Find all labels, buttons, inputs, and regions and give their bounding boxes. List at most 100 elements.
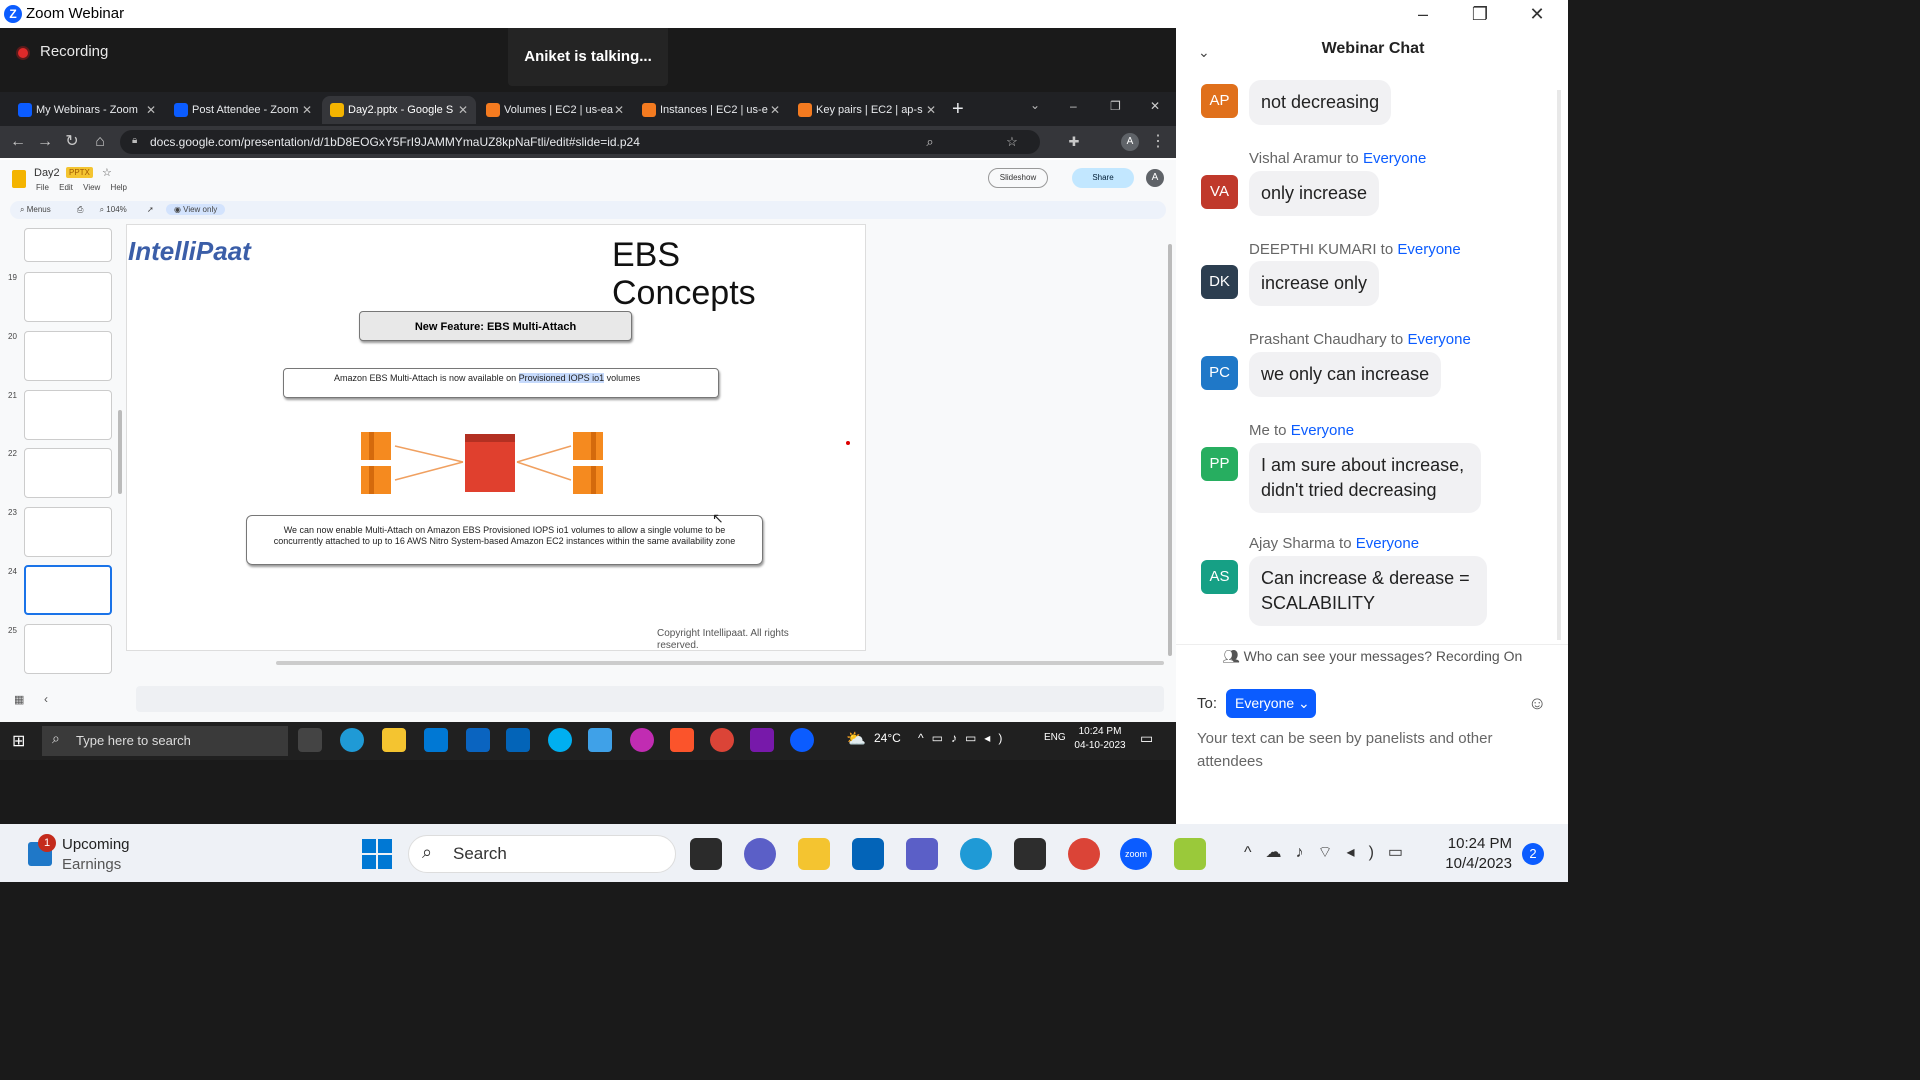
notepad-icon[interactable]: [588, 728, 612, 752]
star-icon[interactable]: ☆: [102, 166, 112, 179]
vertical-scrollbar[interactable]: [1168, 244, 1172, 656]
teams-chat-icon[interactable]: [744, 838, 776, 870]
extensions-icon[interactable]: ✚: [1062, 130, 1086, 154]
zoom-level[interactable]: 104%: [106, 205, 126, 214]
browser-menu-icon[interactable]: ⋮: [1146, 130, 1170, 154]
browser-minimize-icon[interactable]: –: [1070, 99, 1077, 113]
windows-start-icon[interactable]: [362, 839, 392, 869]
slide-thumbnail-selected[interactable]: [24, 565, 112, 615]
close-button[interactable]: ✕: [1514, 2, 1560, 26]
browser-tab[interactable]: Instances | EC2 | us-e: [634, 96, 784, 124]
new-tab-button[interactable]: +: [952, 96, 964, 122]
horizontal-scrollbar[interactable]: [276, 661, 1164, 665]
tab-close-icon[interactable]: ✕: [924, 96, 938, 124]
chat-visibility-info[interactable]: 👥︎ Who can see your messages? Recording …: [1222, 648, 1522, 665]
collapse-filmstrip-icon[interactable]: ‹: [44, 692, 48, 706]
document-menu[interactable]: File Edit View Help: [36, 183, 127, 192]
lock-icon[interactable]: 🔒︎: [132, 135, 137, 146]
share-button[interactable]: Share: [1072, 168, 1134, 188]
tab-search-chevron-icon[interactable]: ⌄: [1030, 98, 1040, 112]
browser-tab[interactable]: Volumes | EC2 | us-ea: [478, 96, 628, 124]
recording-label[interactable]: Recording: [40, 43, 108, 60]
taskbar-search[interactable]: Search: [408, 835, 676, 873]
chrome-icon[interactable]: [1068, 838, 1100, 870]
print-icon[interactable]: ⎙: [77, 205, 83, 214]
browser-tab[interactable]: Post Attendee - Zoom: [166, 96, 316, 124]
select-cursor-icon[interactable]: ➚: [147, 205, 154, 214]
chat-scrollbar[interactable]: [1557, 90, 1561, 640]
app-icon[interactable]: [1174, 838, 1206, 870]
edge-icon[interactable]: [340, 728, 364, 752]
minimize-button[interactable]: –: [1400, 2, 1446, 26]
chat-input[interactable]: Your text can be seen by panelists and o…: [1197, 727, 1527, 773]
weather-temp[interactable]: 24°C: [874, 731, 901, 745]
tab-close-icon[interactable]: ✕: [612, 96, 626, 124]
system-tray-icons[interactable]: ^☁♪⌔◂)▭: [1244, 842, 1417, 862]
restore-button[interactable]: ❐: [1457, 2, 1503, 26]
weather-icon[interactable]: ⛅: [846, 729, 866, 749]
language-indicator[interactable]: ENG: [1044, 732, 1066, 743]
brave-icon[interactable]: [670, 728, 694, 752]
file-explorer-icon[interactable]: [798, 838, 830, 870]
zoom-icon[interactable]: ⌕: [918, 130, 942, 154]
slides-logo-icon[interactable]: [12, 170, 26, 188]
tab-close-icon[interactable]: ✕: [300, 96, 314, 124]
slide-thumbnail[interactable]: [24, 448, 112, 498]
onenote-icon[interactable]: [750, 728, 774, 752]
back-icon[interactable]: ←: [6, 130, 30, 154]
notification-badge[interactable]: 2: [1522, 843, 1544, 865]
account-avatar[interactable]: A: [1146, 169, 1164, 187]
grid-view-icon[interactable]: ▦: [14, 693, 24, 706]
zoom-icon[interactable]: [790, 728, 814, 752]
address-bar[interactable]: docs.google.com/presentation/d/1bD8EOGxY…: [120, 130, 1040, 154]
speaker-notes-area[interactable]: [136, 686, 1164, 712]
forward-icon[interactable]: →: [33, 130, 57, 154]
search-icon[interactable]: ⌕: [20, 205, 27, 214]
task-view-icon[interactable]: [690, 838, 722, 870]
outlook-icon[interactable]: [852, 838, 884, 870]
tab-close-icon[interactable]: ✕: [768, 96, 782, 124]
outlook-icon[interactable]: [506, 728, 530, 752]
task-view-icon[interactable]: [298, 728, 322, 752]
recipient-dropdown[interactable]: Everyone ⌄: [1226, 689, 1316, 718]
windows-start-icon[interactable]: ⊞: [12, 731, 25, 751]
view-only-button[interactable]: ◉ View only: [165, 204, 226, 215]
browser-restore-icon[interactable]: ❐: [1110, 99, 1121, 113]
taskbar-clock[interactable]: 10:24 PM 04-10-2023: [1070, 725, 1130, 753]
slideshow-button[interactable]: Slideshow: [988, 168, 1048, 188]
filmstrip-scrollbar[interactable]: [118, 410, 122, 494]
emoji-icon[interactable]: ☺: [1528, 693, 1546, 714]
slide-thumbnail[interactable]: [24, 272, 112, 322]
file-explorer-icon[interactable]: [382, 728, 406, 752]
home-icon[interactable]: ⌂: [88, 130, 112, 154]
zoom-icon[interactable]: zoom: [1120, 838, 1152, 870]
edge-icon[interactable]: [960, 838, 992, 870]
browser-tab-active[interactable]: Day2.pptx - Google S: [322, 96, 476, 124]
system-tray-icons[interactable]: ^▭♪▭◂): [918, 731, 1010, 745]
snipping-tool-icon[interactable]: [1014, 838, 1046, 870]
skype-icon[interactable]: [548, 728, 572, 752]
slide-thumbnail[interactable]: [24, 228, 112, 262]
taskbar-clock[interactable]: 10:24 PM 10/4/2023: [1440, 834, 1512, 874]
app-icon[interactable]: [630, 728, 654, 752]
profile-avatar[interactable]: A: [1121, 133, 1139, 151]
notification-icon[interactable]: ▭: [1140, 730, 1153, 747]
reload-icon[interactable]: ↻: [60, 130, 84, 154]
slide-thumbnail[interactable]: [24, 331, 112, 381]
taskbar-search-input[interactable]: Type here to search: [42, 726, 288, 756]
browser-tab[interactable]: Key pairs | EC2 | ap-s: [790, 96, 940, 124]
tab-close-icon[interactable]: ✕: [144, 96, 158, 124]
browser-tab[interactable]: My Webinars - Zoom: [10, 96, 160, 124]
teams-icon[interactable]: [906, 838, 938, 870]
document-name[interactable]: Day2: [34, 167, 60, 179]
tab-close-icon[interactable]: ✕: [456, 96, 470, 124]
slide-thumbnail[interactable]: [24, 507, 112, 557]
slide-thumbnail[interactable]: [24, 390, 112, 440]
slide-thumbnail[interactable]: [24, 624, 112, 674]
browser-close-icon[interactable]: ✕: [1150, 99, 1160, 113]
store-icon[interactable]: [424, 728, 448, 752]
chrome-icon[interactable]: [710, 728, 734, 752]
widget-text[interactable]: Upcoming Earnings: [62, 835, 130, 875]
menus-button[interactable]: Menus: [27, 205, 51, 214]
bookmark-star-icon[interactable]: ☆: [1000, 130, 1024, 154]
